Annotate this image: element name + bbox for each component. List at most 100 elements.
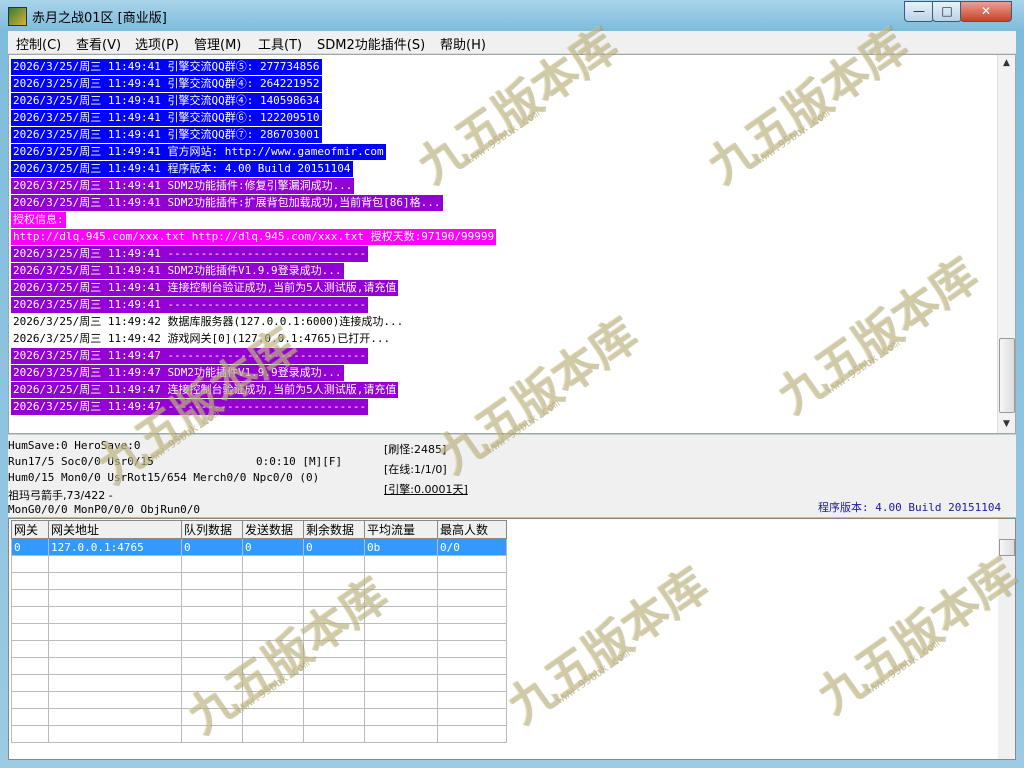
log-line: 2026/3/25/周三 11:49:41 连接控制台验证成功,当前为5人测试版…: [11, 280, 399, 296]
menu-view[interactable]: 查看(V): [76, 34, 121, 53]
title-bar[interactable]: 赤月之战01区 [商业版] — □ ✕: [0, 0, 1024, 30]
minimize-button[interactable]: —: [904, 1, 934, 22]
menu-sdm2-plugin[interactable]: SDM2功能插件(S): [317, 34, 425, 53]
table-cell: [364, 657, 438, 675]
table-cell: [437, 555, 507, 573]
table-row[interactable]: 0 127.0.0.1:4765 0 0 0 0b 0/0: [11, 538, 507, 556]
table-cell: [242, 555, 304, 573]
table-cell: [181, 657, 243, 675]
log-line: 2026/3/25/周三 11:49:41 ------------------…: [11, 246, 369, 262]
table-cell: [48, 572, 182, 590]
table-cell: [437, 657, 507, 675]
table-cell: [181, 640, 243, 658]
table-row[interactable]: [11, 640, 507, 658]
status-refresh: [刷怪:2485]: [384, 443, 447, 456]
table-row[interactable]: [11, 691, 507, 709]
log-line: 2026/3/25/周三 11:49:41 引擎交流QQ群④: 14059863…: [11, 93, 322, 109]
scroll-thumb[interactable]: [999, 338, 1015, 413]
grid-scrollbar[interactable]: [998, 519, 1015, 759]
table-row[interactable]: [11, 674, 507, 692]
grid-scroll-thumb[interactable]: [999, 539, 1015, 556]
log-line: 2026/3/25/周三 11:49:47 连接控制台验证成功,当前为5人测试版…: [11, 382, 399, 398]
menu-tools[interactable]: 工具(T): [258, 34, 302, 53]
scroll-up-icon[interactable]: ▲: [998, 55, 1015, 72]
table-cell: [437, 640, 507, 658]
table-cell: [11, 640, 49, 658]
menu-manage[interactable]: 管理(M): [194, 34, 241, 53]
table-cell: 0: [11, 538, 49, 556]
log-line: 2026/3/25/周三 11:49:41 引擎交流QQ群⑥: 12220951…: [11, 110, 322, 126]
table-cell: [11, 572, 49, 590]
menu-control[interactable]: 控制(C): [16, 34, 61, 53]
gateway-table: 网关 网关地址 队列数据 发送数据 剩余数据 平均流量 最高人数 0 127.0.…: [11, 520, 507, 743]
log-line: 2026/3/25/周三 11:49:42 数据库服务器(127.0.0.1:6…: [13, 315, 404, 328]
table-cell: 0b: [364, 538, 438, 556]
status-run: Run17/5 Soc0/0 Usr0/15: [8, 455, 154, 468]
log-scrollbar[interactable]: ▲ ▼: [997, 55, 1015, 433]
table-row[interactable]: [11, 572, 507, 590]
table-row[interactable]: [11, 589, 507, 607]
table-cell: [11, 606, 49, 624]
log-line: 2026/3/25/周三 11:49:41 程序版本: 4.00 Build 2…: [11, 161, 353, 177]
table-row[interactable]: [11, 555, 507, 573]
table-cell: [11, 691, 49, 709]
log-line: 2026/3/25/周三 11:49:41 引擎交流QQ群⑦: 28670300…: [11, 127, 322, 143]
table-cell: [48, 589, 182, 607]
column-header[interactable]: 平均流量: [364, 520, 438, 539]
table-cell: [48, 555, 182, 573]
table-cell: [437, 589, 507, 607]
table-row[interactable]: [11, 606, 507, 624]
table-cell: [242, 708, 304, 726]
log-line: 2026/3/25/周三 11:49:41 SDM2功能插件:修复引擎漏洞成功.…: [11, 178, 355, 194]
table-cell: [437, 691, 507, 709]
table-cell: [242, 657, 304, 675]
menu-options[interactable]: 选项(P): [135, 34, 179, 53]
table-cell: [364, 640, 438, 658]
table-row[interactable]: [11, 623, 507, 641]
log-pane[interactable]: 2026/3/25/周三 11:49:41 引擎交流QQ群⑤: 27773485…: [8, 54, 1016, 434]
menu-help[interactable]: 帮助(H): [440, 34, 486, 53]
table-cell: [364, 589, 438, 607]
table-cell: [303, 640, 365, 658]
column-header[interactable]: 剩余数据: [303, 520, 365, 539]
column-header[interactable]: 队列数据: [181, 520, 243, 539]
table-cell: [303, 572, 365, 590]
column-header[interactable]: 网关: [11, 520, 49, 539]
window-title: 赤月之战01区 [商业版]: [32, 11, 167, 26]
table-cell: 127.0.0.1:4765: [48, 538, 182, 556]
table-cell: [303, 725, 365, 743]
table-cell: [364, 555, 438, 573]
table-row[interactable]: [11, 708, 507, 726]
status-monster: 祖玛弓箭手,73/422 -: [8, 489, 113, 502]
table-cell: [437, 708, 507, 726]
close-button[interactable]: ✕: [960, 1, 1012, 22]
table-cell: [303, 555, 365, 573]
table-cell: [181, 708, 243, 726]
table-cell: [303, 589, 365, 607]
table-cell: [303, 708, 365, 726]
log-line: 2026/3/25/周三 11:49:41 SDM2功能插件:扩展背包加载成功,…: [11, 195, 443, 211]
log-line: 2026/3/25/周三 11:49:41 ------------------…: [11, 297, 369, 313]
table-cell: [303, 674, 365, 692]
table-row[interactable]: [11, 657, 507, 675]
column-header[interactable]: 最高人数: [437, 520, 507, 539]
table-cell: [364, 725, 438, 743]
table-row[interactable]: [11, 725, 507, 743]
table-cell: [181, 623, 243, 641]
table-cell: [181, 674, 243, 692]
table-cell: [303, 606, 365, 624]
table-cell: [364, 572, 438, 590]
scroll-down-icon[interactable]: ▼: [998, 416, 1015, 433]
table-cell: [48, 606, 182, 624]
log-line: 授权信息:: [11, 212, 66, 228]
log-line: 2026/3/25/周三 11:49:47 ------------------…: [11, 399, 369, 415]
column-header[interactable]: 发送数据: [242, 520, 304, 539]
table-cell: [364, 606, 438, 624]
table-cell: [11, 725, 49, 743]
table-cell: [437, 606, 507, 624]
maximize-button[interactable]: □: [932, 1, 962, 22]
gateway-grid[interactable]: 网关 网关地址 队列数据 发送数据 剩余数据 平均流量 最高人数 0 127.0.…: [8, 518, 1016, 760]
table-cell: [242, 691, 304, 709]
log-line: 2026/3/25/周三 11:49:41 引擎交流QQ群④: 26422195…: [11, 76, 322, 92]
column-header[interactable]: 网关地址: [48, 520, 182, 539]
